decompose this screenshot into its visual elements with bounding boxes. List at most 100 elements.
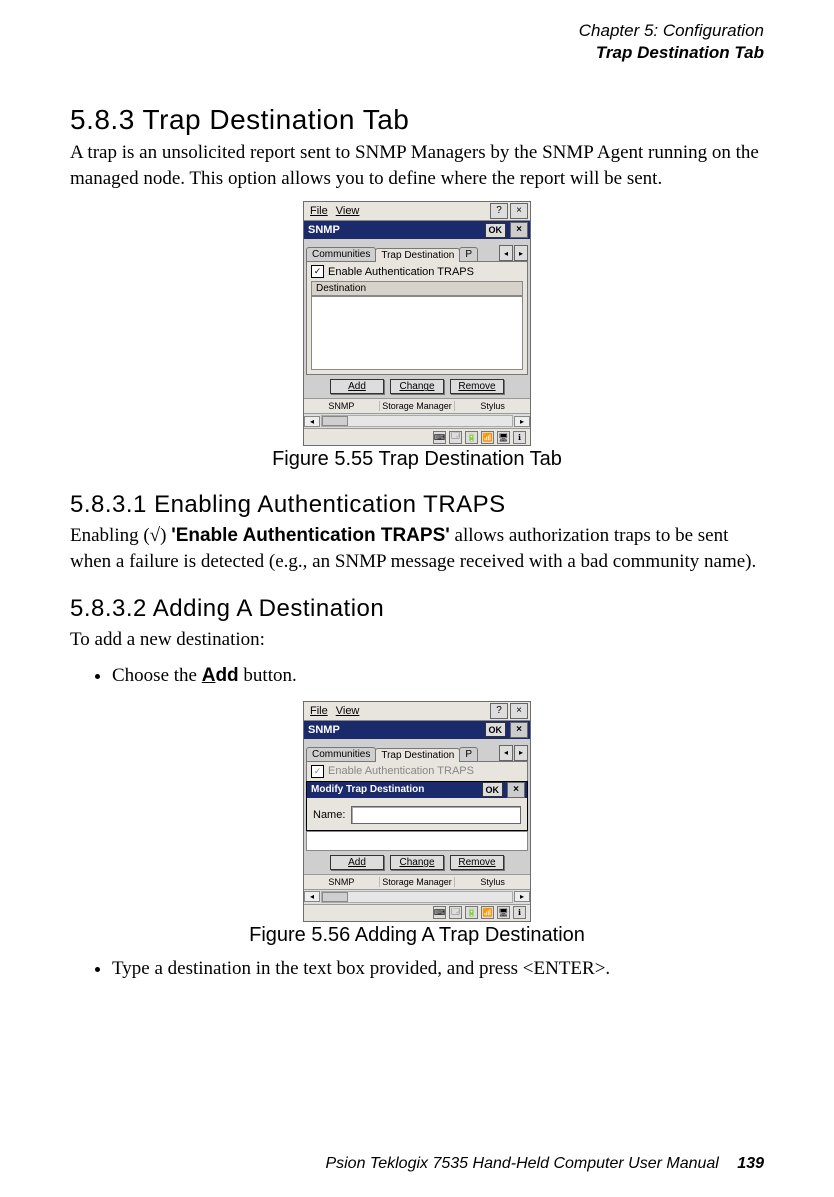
tray-icon[interactable]: ⌨ [433, 906, 446, 919]
taskbar-item-stylus[interactable]: Stylus [455, 877, 530, 887]
modify-trap-dialog: Modify Trap Destination OK × Name: [306, 781, 528, 831]
tray-icon[interactable]: ⌨ [433, 431, 446, 444]
button-row: Add Change Remove [304, 851, 530, 874]
taskbar-item-storage[interactable]: Storage Manager [380, 877, 456, 887]
paragraph-enable-traps: Enabling (√) 'Enable Authentication TRAP… [70, 523, 764, 574]
figure-5-56-caption: Figure 5.56 Adding A Trap Destination [70, 924, 764, 947]
tab-scroll-left[interactable]: ◂ [499, 245, 513, 261]
ok-button[interactable]: OK [485, 223, 507, 238]
system-tray: ⌨ 🗔 🔋 📶 🖥 ℹ [304, 428, 530, 445]
destination-column-header: Destination [311, 281, 523, 296]
tab-scroll-right[interactable]: ▸ [514, 745, 528, 761]
bullet-choose-add: Choose the Add button. [112, 662, 764, 691]
tab-communities[interactable]: Communities [306, 247, 376, 261]
window-title: SNMP [306, 224, 485, 236]
heading-5-8-3-2: 5.8.3.2 Adding A Destination [70, 595, 764, 623]
destination-list[interactable] [311, 296, 523, 370]
help-button[interactable]: ? [490, 203, 508, 219]
scroll-thumb[interactable] [322, 416, 348, 426]
taskbar-item-storage[interactable]: Storage Manager [380, 401, 456, 411]
scroll-left-icon[interactable]: ◂ [304, 891, 320, 902]
menubar: File View ? × [304, 202, 530, 221]
ok-button[interactable]: OK [485, 722, 507, 737]
tab-communities[interactable]: Communities [306, 747, 376, 761]
taskbar-item-stylus[interactable]: Stylus [455, 401, 530, 411]
window-titlebar: SNMP OK × [304, 721, 530, 739]
enable-traps-checkbox[interactable]: ✓ [311, 265, 324, 278]
close-icon[interactable]: × [510, 222, 528, 238]
tray-icon[interactable]: ℹ [513, 906, 526, 919]
header-section: Trap Destination Tab [70, 42, 764, 64]
tab-scroll-right[interactable]: ▸ [514, 245, 528, 261]
paragraph-trap-intro: A trap is an unsolicited report sent to … [70, 140, 764, 191]
page-footer: Psion Teklogix 7535 Hand-Held Computer U… [325, 1155, 764, 1173]
page-number: 139 [737, 1155, 764, 1172]
figure-5-55-caption: Figure 5.55 Trap Destination Tab [70, 448, 764, 471]
enable-traps-label: Enable Authentication TRAPS [328, 266, 474, 278]
dialog-ok-button[interactable]: OK [482, 782, 504, 797]
dialog-close-icon[interactable]: × [507, 782, 525, 798]
close-icon[interactable]: × [510, 722, 528, 738]
taskbar-item-snmp[interactable]: SNMP [304, 401, 380, 411]
tray-icon[interactable]: 🗔 [449, 906, 462, 919]
menu-file[interactable]: File [306, 204, 332, 218]
figure-5-56: File View ? × SNMP OK × Communities Trap… [70, 701, 764, 922]
change-button[interactable]: Change [390, 855, 444, 870]
tray-icon[interactable]: 📶 [481, 906, 494, 919]
tab-strip: Communities Trap Destination P ◂ ▸ [304, 739, 530, 761]
tab-trap-destination[interactable]: Trap Destination [375, 748, 460, 762]
tab-scroll-left[interactable]: ◂ [499, 745, 513, 761]
taskbar-apps: SNMP Storage Manager Stylus [304, 398, 530, 413]
screenshot-add-trap: File View ? × SNMP OK × Communities Trap… [303, 701, 531, 922]
add-button[interactable]: Add [330, 855, 384, 870]
scroll-right-icon[interactable]: ▸ [514, 891, 530, 902]
name-label: Name: [313, 809, 345, 821]
enable-traps-checkbox: ✓ [311, 765, 324, 778]
add-button[interactable]: Add [330, 379, 384, 394]
tab-trap-destination[interactable]: Trap Destination [375, 248, 460, 262]
scroll-left-icon[interactable]: ◂ [304, 416, 320, 427]
tray-icon[interactable]: 🔋 [465, 431, 478, 444]
change-button[interactable]: Change [390, 379, 444, 394]
menu-file[interactable]: File [306, 704, 332, 718]
tray-icon[interactable]: 🔋 [465, 906, 478, 919]
taskbar-apps: SNMP Storage Manager Stylus [304, 874, 530, 889]
enable-traps-label: Enable Authentication TRAPS [328, 765, 474, 777]
window-title: SNMP [306, 724, 485, 736]
tab-panel: ✓ Enable Authentication TRAPS Destinatio… [306, 261, 528, 375]
heading-5-8-3: 5.8.3 Trap Destination Tab [70, 104, 764, 136]
remove-button[interactable]: Remove [450, 855, 504, 870]
taskbar-item-snmp[interactable]: SNMP [304, 877, 380, 887]
footer-text: Psion Teklogix 7535 Hand-Held Computer U… [325, 1155, 718, 1172]
close-button[interactable]: × [510, 203, 528, 219]
button-row: Add Change Remove [304, 375, 530, 398]
horizontal-scrollbar[interactable]: ◂ ▸ [304, 413, 530, 428]
screenshot-trap-tab: File View ? × SNMP OK × Communities Trap… [303, 201, 531, 446]
heading-5-8-3-1: 5.8.3.1 Enabling Authentication TRAPS [70, 491, 764, 519]
help-button[interactable]: ? [490, 703, 508, 719]
scroll-thumb[interactable] [322, 892, 348, 902]
tab-p[interactable]: P [459, 247, 478, 261]
tray-icon[interactable]: 📶 [481, 431, 494, 444]
paragraph-add-dest-intro: To add a new destination: [70, 627, 764, 653]
close-button[interactable]: × [510, 703, 528, 719]
list-area [306, 831, 528, 851]
figure-5-55: File View ? × SNMP OK × Communities Trap… [70, 201, 764, 446]
remove-button[interactable]: Remove [450, 379, 504, 394]
scroll-right-icon[interactable]: ▸ [514, 416, 530, 427]
menu-view[interactable]: View [332, 204, 364, 218]
tray-icon[interactable]: ℹ [513, 431, 526, 444]
dialog-title: Modify Trap Destination [309, 784, 482, 795]
tray-icon[interactable]: 🖥 [497, 431, 510, 444]
horizontal-scrollbar[interactable]: ◂ ▸ [304, 889, 530, 904]
tab-strip: Communities Trap Destination P ◂ ▸ [304, 239, 530, 261]
bullet-type-destination: Type a destination in the text box provi… [112, 955, 764, 984]
name-input[interactable] [351, 806, 521, 824]
tray-icon[interactable]: 🖥 [497, 906, 510, 919]
tab-p[interactable]: P [459, 747, 478, 761]
tray-icon[interactable]: 🗔 [449, 431, 462, 444]
menu-view[interactable]: View [332, 704, 364, 718]
header-chapter: Chapter 5: Configuration [70, 20, 764, 42]
tab-panel: ✓ Enable Authentication TRAPS [306, 761, 528, 781]
window-titlebar: SNMP OK × [304, 221, 530, 239]
